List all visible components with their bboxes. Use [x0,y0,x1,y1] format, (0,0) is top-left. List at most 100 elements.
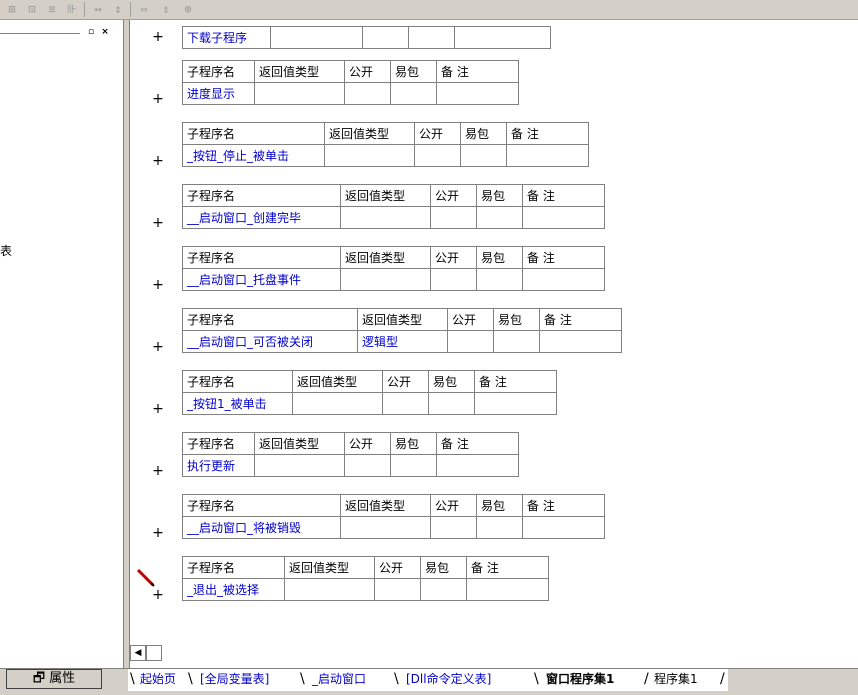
same-width-icon[interactable]: ⇔ [136,2,152,16]
vertical-spacing-icon[interactable]: ↕ [110,2,126,16]
remark-cell[interactable] [436,82,519,105]
header-easy-pack: 易包 [493,308,540,331]
header-remark: 备 注 [474,370,557,393]
easy-pack-cell[interactable] [390,82,437,105]
tab-dll-commands[interactable]: [Dll命令定义表] [400,669,497,689]
horizontal-scrollbar[interactable]: ◀ [130,645,858,663]
easy-pack-cell[interactable] [420,578,467,601]
return-type[interactable] [254,454,345,477]
same-size-icon[interactable]: ⊕ [180,2,196,16]
return-type[interactable] [340,268,431,291]
easy-pack-cell[interactable] [476,516,523,539]
expand-icon[interactable]: + [152,339,164,355]
expand-icon[interactable]: + [152,277,164,293]
same-height-icon[interactable]: ⇕ [158,2,174,16]
public-cell[interactable] [362,26,409,49]
header-remark: 备 注 [466,556,549,579]
scroll-right-icon[interactable] [146,645,162,661]
code-editor[interactable]: + 下载子程序 + 子程序名 返回值类型 公开 易包备 注进度显示 + 子程序名 返回值类型公… [130,20,858,645]
align-icon[interactable]: ⊞ [4,2,20,16]
subroutine-name[interactable]: 执行更新 [182,454,255,477]
public-cell[interactable] [344,82,391,105]
subroutine-table: 子程序名 返回值类型 公开 易包备 注 __启动窗口_可否被关闭 逻辑型 [182,308,622,353]
subroutine-name[interactable]: __启动窗口_可否被关闭 [182,330,358,353]
distribute-icon[interactable]: ≡ [44,2,60,16]
tab-start-page[interactable]: 起始页 [134,669,182,689]
expand-icon[interactable]: + [152,29,164,45]
public-cell[interactable] [447,330,494,353]
tab-separator: \ [534,671,539,687]
easy-pack-cell[interactable] [476,268,523,291]
header-name: 子程序名 [182,556,285,579]
tab-module[interactable]: 程序集1 [648,669,704,689]
remark-cell[interactable] [522,268,605,291]
easy-pack-cell[interactable] [390,454,437,477]
subroutine-name[interactable]: _按钮_停止_被单击 [182,144,325,167]
easy-pack-cell[interactable] [493,330,540,353]
header-easy-pack: 易包 [476,494,523,517]
remark-cell[interactable] [454,26,551,49]
tab-global-vars[interactable]: [全局变量表] [194,669,275,689]
return-type[interactable] [324,144,415,167]
return-type[interactable] [270,26,363,49]
header-easy-pack: 易包 [476,184,523,207]
expand-icon[interactable]: + [152,153,164,169]
subroutine-name[interactable]: 下载子程序 [182,26,271,49]
easy-pack-cell[interactable] [408,26,455,49]
expand-icon[interactable]: + [152,401,164,417]
remark-cell[interactable] [506,144,589,167]
properties-button[interactable]: 🗗 属性 [6,669,102,689]
remark-cell[interactable] [539,330,622,353]
public-cell[interactable] [430,206,477,229]
subroutine-name[interactable]: __启动窗口_创建完毕 [182,206,341,229]
center-icon[interactable]: ⊡ [24,2,40,16]
easy-pack-cell[interactable] [476,206,523,229]
header-easy-pack: 易包 [476,246,523,269]
left-panel: ▫ × 表 [0,20,124,668]
public-cell[interactable] [430,268,477,291]
remark-cell[interactable] [466,578,549,601]
snap-icon[interactable]: ⊪ [64,2,80,16]
subroutine-table: 子程序名 返回值类型 公开 易包备 注 _退出_被选择 [182,556,549,601]
tab-window-module[interactable]: 窗口程序集1 [540,669,620,689]
return-type[interactable]: 逻辑型 [357,330,448,353]
header-public: 公开 [382,370,429,393]
public-cell[interactable] [344,454,391,477]
return-type[interactable] [340,206,431,229]
subroutine-name[interactable]: _按钮1_被单击 [182,392,293,415]
expand-icon[interactable]: + [152,215,164,231]
return-type[interactable] [340,516,431,539]
header-return-type: 返回值类型 [357,308,448,331]
header-name: 子程序名 [182,432,255,455]
public-cell[interactable] [382,392,429,415]
subroutine-name[interactable]: _退出_被选择 [182,578,285,601]
remark-cell[interactable] [474,392,557,415]
expand-icon[interactable]: + [152,463,164,479]
expand-icon[interactable]: + [152,587,164,603]
subroutine-name[interactable]: __启动窗口_托盘事件 [182,268,341,291]
expand-icon[interactable]: + [152,525,164,541]
return-type[interactable] [254,82,345,105]
header-public: 公开 [344,432,391,455]
horizontal-spacing-icon[interactable]: ↔ [90,2,106,16]
remark-cell[interactable] [522,516,605,539]
expand-icon[interactable]: + [152,91,164,107]
tab-strip: \ 起始页 \ [全局变量表] \ _启动窗口 \ [Dll命令定义表] \ 窗… [128,669,728,691]
header-name: 子程序名 [182,122,325,145]
easy-pack-cell[interactable] [460,144,507,167]
public-cell[interactable] [430,516,477,539]
subroutine-name[interactable]: 进度显示 [182,82,255,105]
easy-pack-cell[interactable] [428,392,475,415]
return-type[interactable] [284,578,375,601]
public-cell[interactable] [374,578,421,601]
close-icon[interactable]: × [100,27,110,37]
tab-start-window[interactable]: _启动窗口 [306,669,372,689]
remark-cell[interactable] [436,454,519,477]
minimize-icon[interactable]: ▫ [86,27,96,37]
scroll-left-icon[interactable]: ◀ [130,645,146,661]
panel-item-text[interactable]: 表 [0,242,12,259]
return-type[interactable] [292,392,383,415]
public-cell[interactable] [414,144,461,167]
remark-cell[interactable] [522,206,605,229]
subroutine-name[interactable]: __启动窗口_将被销毁 [182,516,341,539]
